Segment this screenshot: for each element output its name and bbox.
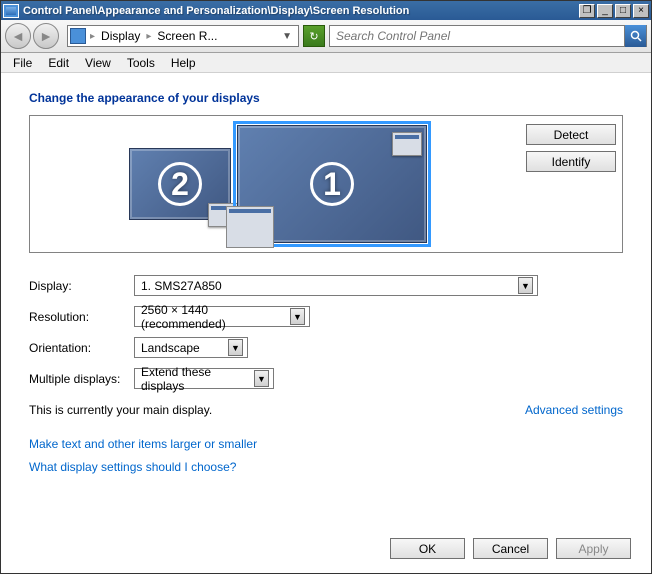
- close-button[interactable]: ×: [633, 4, 649, 18]
- apply-button[interactable]: Apply: [556, 538, 631, 559]
- link-make-text-larger[interactable]: Make text and other items larger or smal…: [29, 433, 623, 456]
- resolution-value: 2560 × 1440 (recommended): [141, 303, 286, 331]
- chevron-icon[interactable]: ▸: [144, 31, 153, 42]
- app-icon: [3, 4, 19, 18]
- multiple-displays-label: Multiple displays:: [29, 372, 134, 386]
- main-display-note: This is currently your main display.: [29, 403, 525, 417]
- popup-button[interactable]: ❐: [579, 4, 595, 18]
- menu-edit[interactable]: Edit: [40, 54, 77, 72]
- monitor-2-label: 2: [158, 162, 202, 206]
- resolution-label: Resolution:: [29, 310, 134, 324]
- resolution-select[interactable]: 2560 × 1440 (recommended) ▼: [134, 306, 310, 327]
- breadcrumb-display[interactable]: Display: [99, 29, 142, 43]
- address-bar[interactable]: ▸ Display ▸ Screen R... ▼: [67, 25, 299, 47]
- note-row: This is currently your main display. Adv…: [29, 403, 623, 417]
- link-what-settings[interactable]: What display settings should I choose?: [29, 456, 623, 479]
- dialog-buttons: OK Cancel Apply: [1, 528, 651, 573]
- menu-file[interactable]: File: [5, 54, 40, 72]
- monitor-1-thumb2-icon: [226, 206, 274, 248]
- monitor-1[interactable]: 1: [237, 125, 427, 243]
- maximize-button[interactable]: □: [615, 4, 631, 18]
- monitors-area[interactable]: 2 1: [36, 122, 520, 246]
- display-icon: [70, 28, 86, 44]
- forward-button[interactable]: ►: [33, 23, 59, 49]
- detect-button[interactable]: Detect: [526, 124, 616, 145]
- monitor-2[interactable]: 2: [129, 148, 231, 220]
- orientation-select[interactable]: Landscape ▼: [134, 337, 248, 358]
- content: Change the appearance of your displays 2…: [1, 73, 651, 528]
- back-button[interactable]: ◄: [5, 23, 31, 49]
- page-heading: Change the appearance of your displays: [29, 91, 623, 105]
- search-icon: [630, 30, 642, 42]
- identify-button[interactable]: Identify: [526, 151, 616, 172]
- minimize-button[interactable]: _: [597, 4, 613, 18]
- multiple-displays-value: Extend these displays: [141, 365, 250, 393]
- orientation-label: Orientation:: [29, 341, 134, 355]
- chevron-down-icon: ▼: [228, 339, 243, 356]
- chevron-down-icon: ▼: [254, 370, 269, 387]
- search-button[interactable]: [624, 25, 646, 47]
- chevron-icon[interactable]: ▸: [88, 31, 97, 42]
- refresh-button[interactable]: ↻: [303, 25, 325, 47]
- ok-button[interactable]: OK: [390, 538, 465, 559]
- multiple-displays-select[interactable]: Extend these displays ▼: [134, 368, 274, 389]
- chevron-down-icon: ▼: [518, 277, 533, 294]
- window-title: Control Panel\Appearance and Personaliza…: [23, 5, 577, 17]
- monitor-1-thumb-icon: [392, 132, 422, 156]
- settings-form: Display: 1. SMS27A850 ▼ Resolution: 2560…: [29, 275, 623, 389]
- display-select[interactable]: 1. SMS27A850 ▼: [134, 275, 538, 296]
- window: Control Panel\Appearance and Personaliza…: [0, 0, 652, 574]
- display-arrangement-panel: 2 1 Detect Identify: [29, 115, 623, 253]
- monitor-1-label: 1: [310, 162, 354, 206]
- chevron-down-icon: ▼: [290, 308, 305, 325]
- advanced-settings-link[interactable]: Advanced settings: [525, 403, 623, 417]
- menu-tools[interactable]: Tools: [119, 54, 163, 72]
- search-input[interactable]: [330, 29, 624, 43]
- menubar: File Edit View Tools Help: [1, 53, 651, 73]
- titlebar: Control Panel\Appearance and Personaliza…: [1, 1, 651, 20]
- breadcrumb-screenres[interactable]: Screen R...: [155, 29, 219, 43]
- orientation-value: Landscape: [141, 341, 224, 355]
- display-label: Display:: [29, 279, 134, 293]
- address-dropdown-icon[interactable]: ▼: [278, 31, 296, 42]
- navbar: ◄ ► ▸ Display ▸ Screen R... ▼ ↻: [1, 20, 651, 53]
- menu-view[interactable]: View: [77, 54, 119, 72]
- menu-help[interactable]: Help: [163, 54, 204, 72]
- search-box: [329, 25, 647, 47]
- display-value: 1. SMS27A850: [141, 279, 514, 293]
- cancel-button[interactable]: Cancel: [473, 538, 548, 559]
